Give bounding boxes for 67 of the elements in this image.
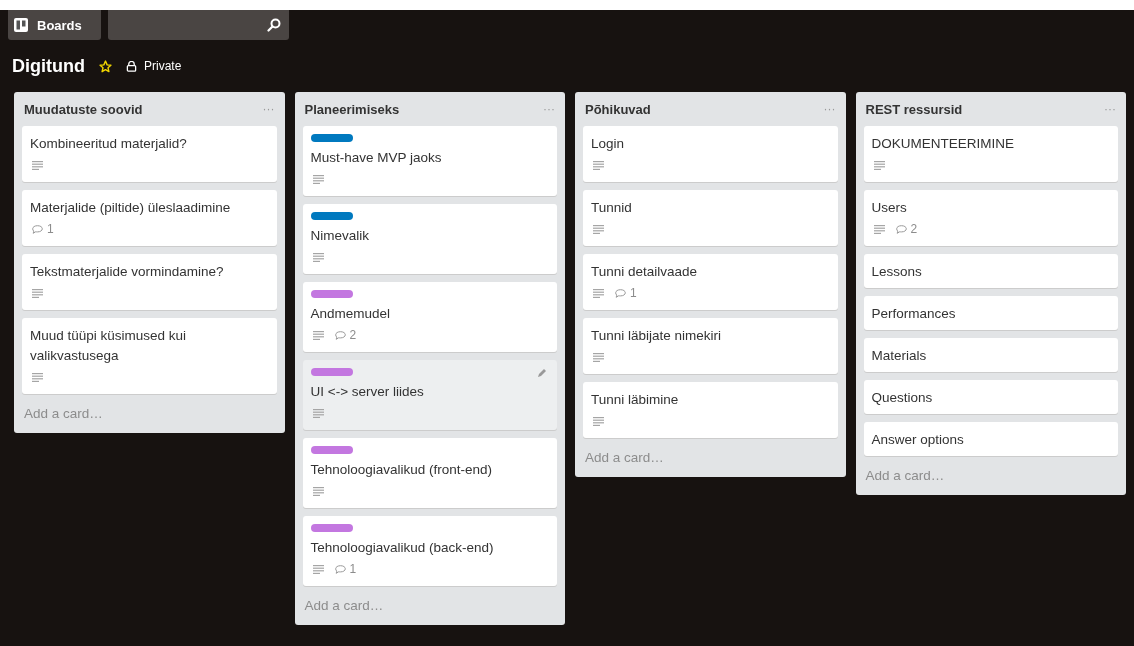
list-title: Planeerimiseks: [304, 101, 400, 117]
boards-icon: [14, 18, 28, 32]
card[interactable]: Login: [583, 126, 838, 182]
card-title: Materials: [871, 347, 928, 365]
card-title: Answer options: [871, 431, 965, 449]
card-title: DOKUMENTEERIMINE: [871, 135, 1015, 153]
card[interactable]: Tunni läbijate nimekiri: [583, 318, 838, 374]
card-title: Lessons: [871, 263, 923, 281]
card[interactable]: Tunni detailvaade 1: [583, 254, 838, 310]
list-title: Muudatuste soovid: [24, 101, 143, 117]
boards-button[interactable]: Boards: [8, 10, 101, 40]
card[interactable]: Tunni läbimine: [583, 382, 838, 438]
comment-count: 1: [47, 222, 54, 236]
card[interactable]: Materjalide (piltide) üleslaadimine 1: [22, 190, 277, 246]
card[interactable]: Answer options: [863, 422, 1118, 456]
visibility-button[interactable]: Private: [126, 59, 182, 73]
card[interactable]: Tekstmaterjalide vormindamine?: [22, 254, 277, 310]
list-title: REST ressursid: [865, 101, 963, 117]
comment-count: 1: [630, 286, 637, 300]
card-title: Andmemudel: [310, 305, 392, 323]
comment-count: 1: [349, 562, 357, 576]
card[interactable]: Lessons: [863, 254, 1118, 288]
comment-icon: [895, 224, 907, 234]
card[interactable]: Muud tüüpi küsimused kui valikvastusega: [22, 318, 277, 394]
card-title: Muud tüüpi küsimused kui valikvastusega: [30, 327, 188, 365]
card[interactable]: Kombineeritud materjalid?: [22, 126, 277, 182]
card[interactable]: Nimevalik: [302, 204, 557, 274]
card-title: Tunni detailvaade: [591, 263, 699, 281]
card[interactable]: Questions: [863, 380, 1118, 414]
card-title: Questions: [871, 389, 934, 407]
card-title: Performances: [871, 305, 957, 323]
comment-icon: [615, 288, 626, 298]
board-title: Digitund: [12, 55, 85, 77]
card-title: Kombineeritud materjalid?: [30, 135, 188, 153]
comment-icon: [334, 564, 346, 574]
card-title: Tunni läbimine: [591, 391, 680, 409]
card[interactable]: Tehnoloogiavalikud (front-end): [302, 438, 557, 508]
card-title: Tunnid: [591, 199, 633, 217]
card[interactable]: UI <-> server liides: [302, 360, 557, 430]
card[interactable]: Must-have MVP jaoks: [302, 126, 557, 196]
card[interactable]: Users 2: [863, 190, 1118, 246]
comment-icon: [334, 330, 346, 340]
search-field[interactable]: [108, 10, 289, 40]
card[interactable]: Tehnoloogiavalikud (back-end) 1: [302, 516, 557, 586]
card[interactable]: DOKUMENTEERIMINE: [863, 126, 1118, 182]
search-icon: [267, 18, 281, 32]
card[interactable]: Andmemudel 2: [302, 282, 557, 352]
lock-icon: [126, 60, 137, 72]
comment-count: 2: [910, 222, 918, 236]
list-title: Põhikuvad: [585, 101, 651, 117]
card-title: Nimevalik: [310, 227, 370, 245]
card-title: UI <-> server liides: [310, 383, 425, 401]
comment-count: 2: [349, 328, 357, 342]
card[interactable]: Materials: [863, 338, 1118, 372]
card-title: Tunni läbijate nimekiri: [591, 327, 723, 345]
card[interactable]: Performances: [863, 296, 1118, 330]
card-title: Tehnoloogiavalikud (front-end): [310, 461, 494, 479]
comment-icon: [32, 224, 43, 234]
card-title: Users: [871, 199, 908, 217]
star-icon[interactable]: [99, 59, 112, 73]
edit-icon[interactable]: [537, 368, 547, 378]
card-title: Login: [591, 135, 626, 153]
card[interactable]: Tunnid: [583, 190, 838, 246]
card-title: Tekstmaterjalide vormindamine?: [30, 263, 225, 281]
card-title: Tehnoloogiavalikud (back-end): [310, 539, 495, 557]
card-title: Materjalide (piltide) üleslaadimine: [30, 199, 232, 217]
card-title: Must-have MVP jaoks: [310, 149, 443, 167]
